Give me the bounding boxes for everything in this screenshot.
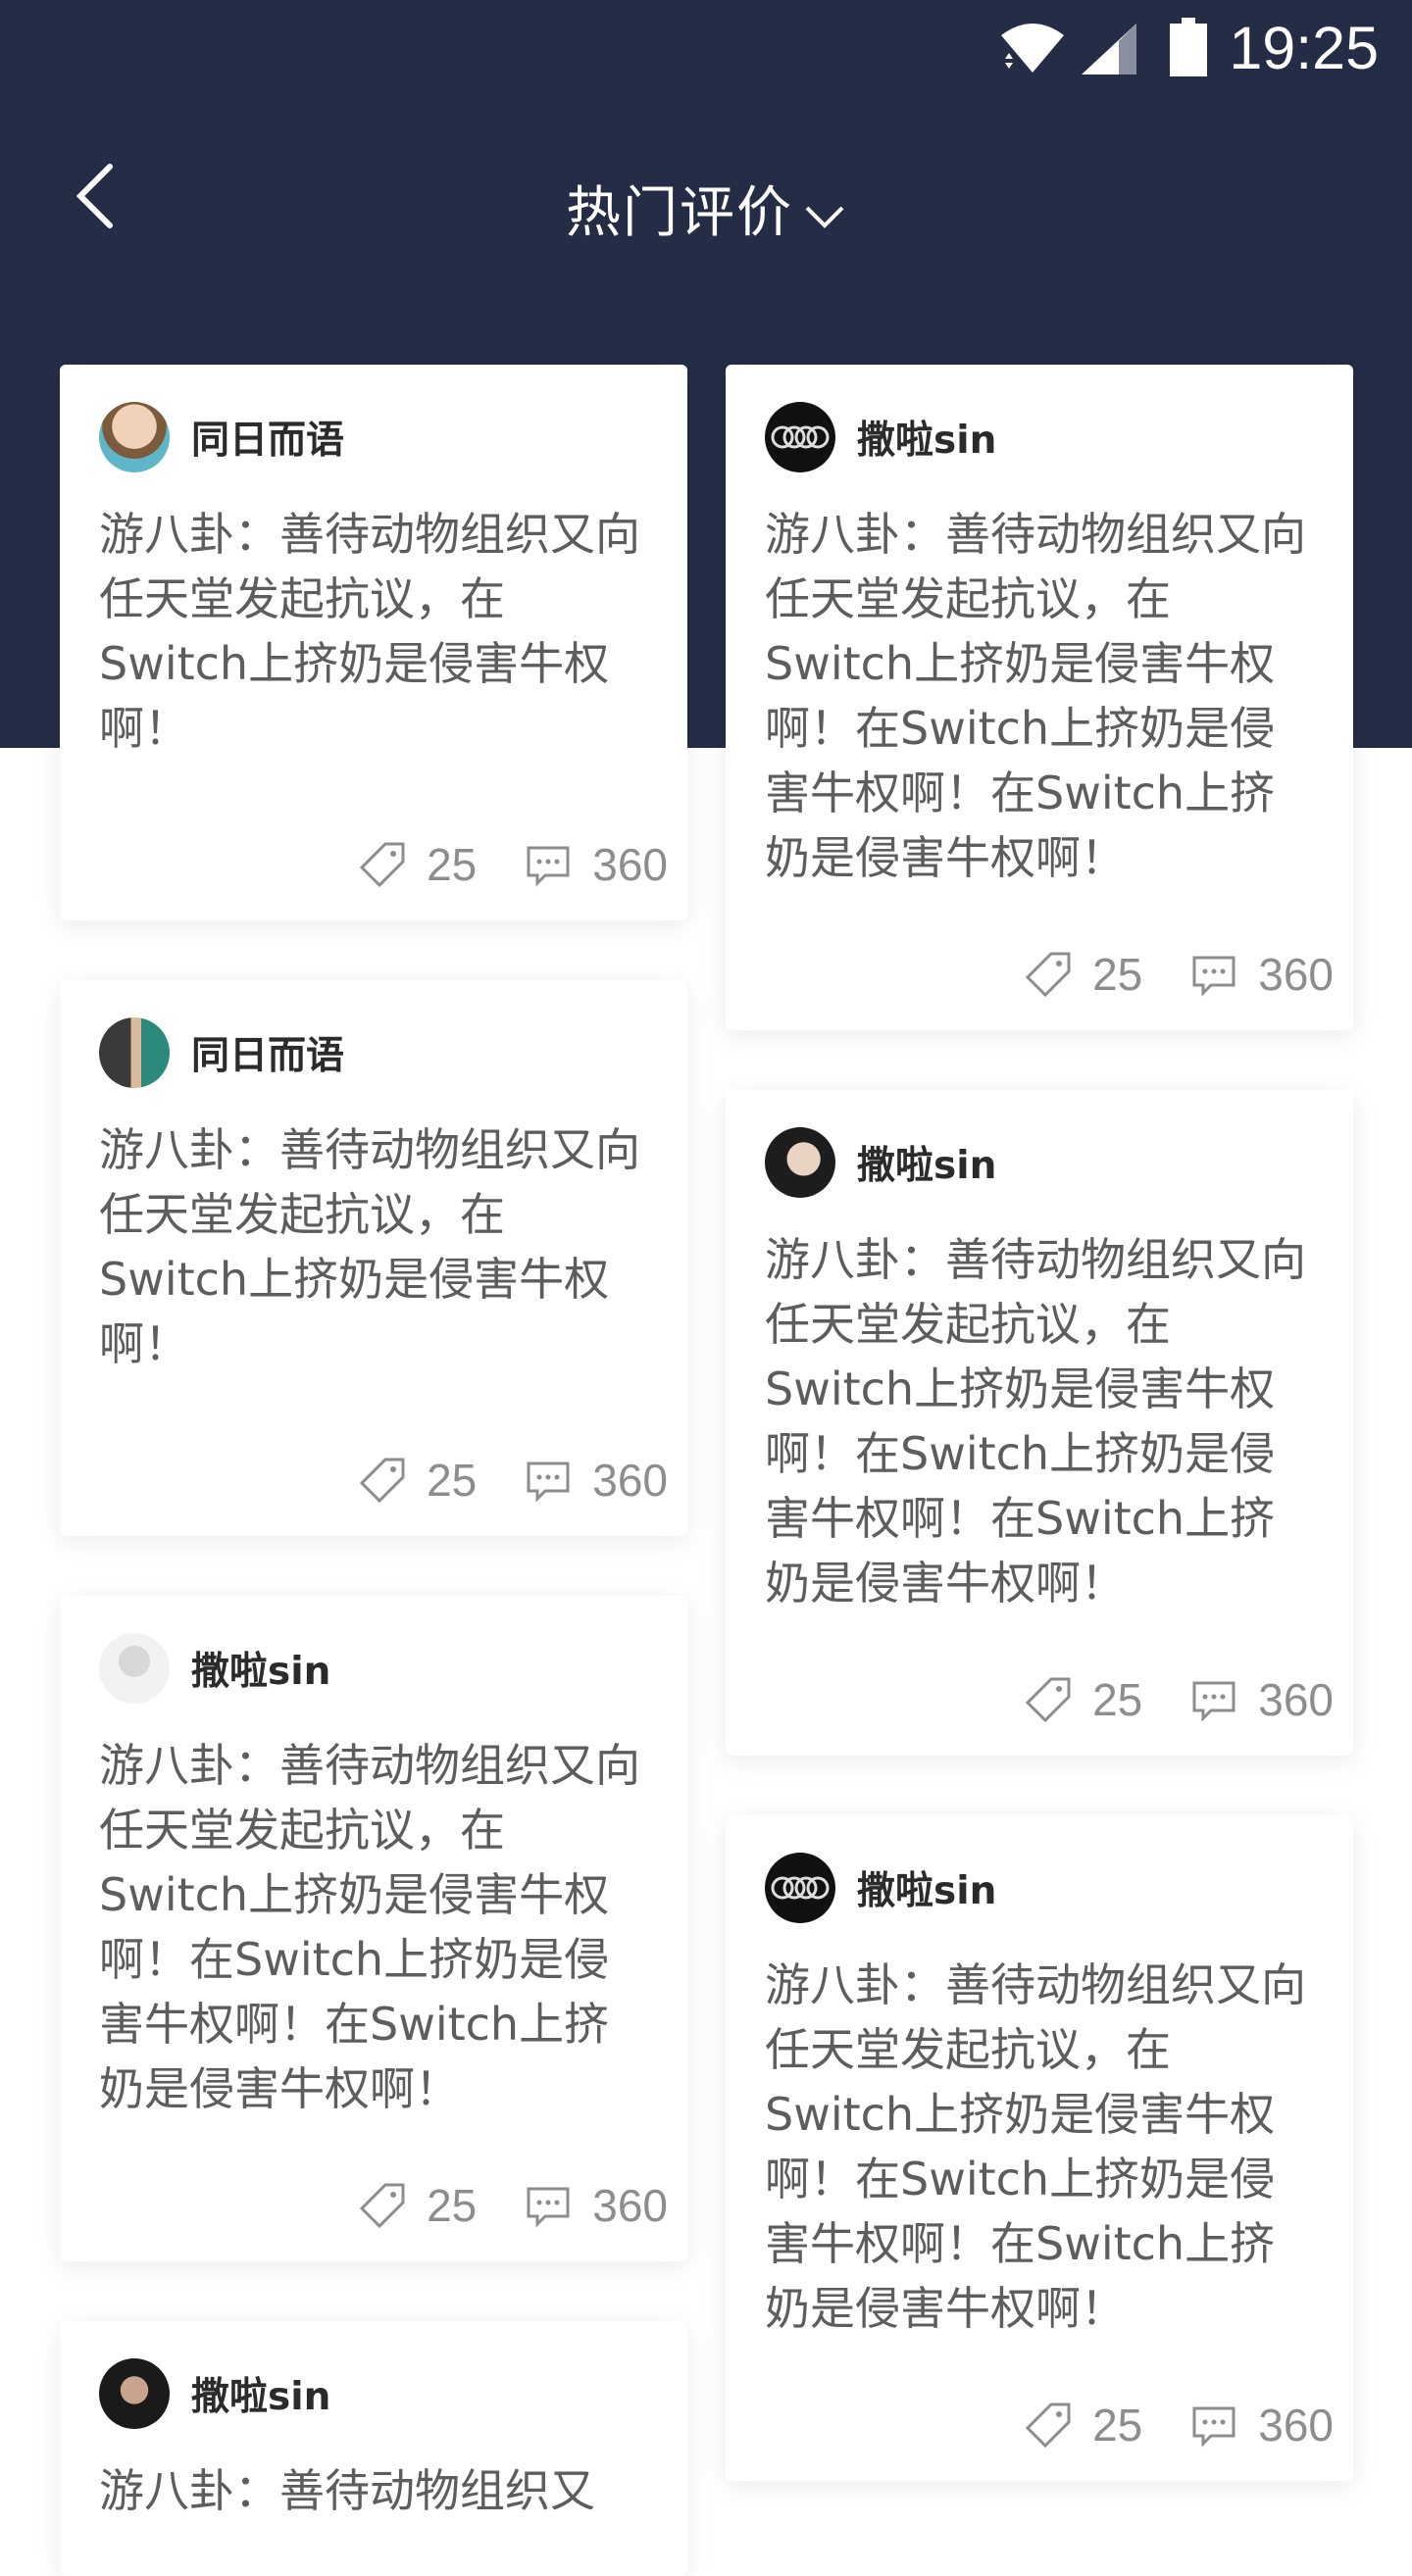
review-card[interactable]: 同日而语 游八卦：善待动物组织又向任天堂发起抗议，在Switch上挤奶是侵害牛权…	[60, 980, 687, 1536]
review-text: 游八卦：善待动物组织又向任天堂发起抗议，在Switch上挤奶是侵害牛权啊！在Sw…	[765, 508, 1306, 884]
author-name: 同日而语	[191, 1034, 345, 1078]
review-text: 游八卦：善待动物组织又向任天堂发起抗议，在Switch上挤奶是侵害牛权啊！在Sw…	[765, 1233, 1306, 1610]
like-count[interactable]: 25	[358, 1454, 477, 1507]
comment-count-value: 360	[592, 1455, 668, 1506]
avatar[interactable]	[99, 2358, 170, 2429]
comment-count[interactable]: 360	[1189, 2399, 1334, 2452]
chevron-down-icon	[805, 206, 844, 228]
avatar[interactable]	[765, 402, 835, 472]
comment-count-value: 360	[1258, 1674, 1334, 1725]
battery-icon	[1170, 18, 1207, 76]
like-count-value: 25	[427, 1455, 478, 1506]
status-time: 19:25	[1229, 15, 1379, 81]
rings-logo-icon	[771, 425, 830, 449]
like-count[interactable]: 25	[358, 838, 477, 891]
author-name: 撒啦sin	[857, 1869, 997, 1913]
comment-count-value: 360	[1258, 949, 1334, 1000]
comment-count[interactable]: 360	[524, 1454, 668, 1507]
tag-icon	[1025, 2403, 1071, 2449]
review-card[interactable]: 撒啦sin 游八卦：善待动物组织又向任天堂发起抗议，在Switch上挤奶是侵害牛…	[726, 1090, 1353, 1756]
avatar[interactable]	[765, 1853, 835, 1923]
comment-icon	[1192, 956, 1236, 997]
review-text: 游八卦：善待动物组织又向任天堂发起抗议，在Switch上挤奶是侵害牛权啊！在Sw…	[765, 1958, 1306, 2335]
review-stats: 25 360	[358, 830, 668, 899]
like-count-value: 25	[1092, 2400, 1143, 2451]
comment-icon	[527, 2187, 570, 2228]
tag-icon	[1025, 952, 1071, 998]
review-author[interactable]: 撒啦sin	[765, 1127, 996, 1198]
comment-icon	[527, 846, 570, 887]
review-card[interactable]: 撒啦sin 游八卦：善待动物组织又向任天堂发起抗议，在Switch上挤奶是侵害牛…	[60, 1596, 687, 2261]
wifi-icon	[1001, 24, 1064, 73]
review-stats: 25 360	[1024, 1665, 1334, 1734]
review-text: 游八卦：善待动物组织又向任天堂发起抗议，在Switch上挤奶是侵害牛权啊！	[99, 508, 640, 755]
rings-logo-icon	[771, 1876, 830, 1900]
comment-icon	[527, 1461, 570, 1503]
review-author[interactable]: 同日而语	[99, 402, 344, 472]
tag-icon	[359, 1458, 405, 1504]
comment-icon	[1192, 2406, 1236, 2448]
navigation-bar: 热门评价	[0, 137, 1412, 265]
comment-count[interactable]: 360	[1189, 1673, 1334, 1726]
like-count[interactable]: 25	[358, 2179, 477, 2232]
review-stats: 25 360	[358, 2171, 668, 2240]
review-card[interactable]: 撒啦sin 游八卦：善待动物组织又向任天堂发起抗议，在Switch上挤奶是侵害牛…	[726, 1815, 1353, 2481]
author-name: 撒啦sin	[857, 419, 997, 463]
avatar[interactable]	[99, 1017, 170, 1088]
review-stats: 25 360	[1024, 940, 1334, 1009]
author-name: 撒啦sin	[857, 1144, 997, 1188]
avatar[interactable]	[99, 402, 170, 472]
author-name: 同日而语	[191, 419, 345, 463]
review-text: 游八卦：善待动物组织又	[99, 2464, 595, 2517]
review-author[interactable]: 撒啦sin	[765, 1853, 996, 1923]
like-count-value: 25	[427, 839, 478, 890]
like-count-value: 25	[1092, 949, 1143, 1000]
comment-count[interactable]: 360	[1189, 948, 1334, 1001]
review-author[interactable]: 撒啦sin	[99, 2358, 330, 2429]
comment-count-value: 360	[1258, 2400, 1334, 2451]
tag-icon	[359, 2183, 405, 2229]
like-count[interactable]: 25	[1024, 2399, 1142, 2452]
like-count[interactable]: 25	[1024, 948, 1142, 1001]
status-bar: 19:25	[0, 0, 1412, 102]
like-count-value: 25	[427, 2180, 478, 2231]
author-name: 撒啦sin	[191, 1650, 331, 1694]
author-name: 撒啦sin	[191, 2375, 331, 2419]
avatar[interactable]	[99, 1633, 170, 1704]
review-card[interactable]: 撒啦sin 游八卦：善待动物组织又向任天堂发起抗议，在Switch上挤奶是侵害牛…	[726, 365, 1353, 1030]
review-text: 游八卦：善待动物组织又向任天堂发起抗议，在Switch上挤奶是侵害牛权啊！在Sw…	[99, 1739, 640, 2115]
review-card[interactable]: 撒啦sin 游八卦：善待动物组织又	[60, 2321, 687, 2576]
comment-count-value: 360	[592, 839, 668, 890]
comment-count[interactable]: 360	[524, 838, 668, 891]
cellular-signal-icon	[1082, 24, 1136, 74]
review-author[interactable]: 撒啦sin	[99, 1633, 330, 1704]
title-dropdown[interactable]: 热门评价	[0, 169, 1412, 248]
review-stats: 25 360	[358, 1446, 668, 1514]
review-author[interactable]: 同日而语	[99, 1017, 344, 1088]
tag-icon	[359, 842, 405, 888]
review-stats: 25 360	[1024, 2391, 1334, 2459]
like-count-value: 25	[1092, 1674, 1143, 1725]
comment-icon	[1192, 1681, 1236, 1722]
avatar[interactable]	[765, 1127, 835, 1198]
review-card[interactable]: 同日而语 游八卦：善待动物组织又向任天堂发起抗议，在Switch上挤奶是侵害牛权…	[60, 365, 687, 920]
tag-icon	[1025, 1677, 1071, 1723]
page-title: 热门评价	[566, 181, 793, 245]
review-author[interactable]: 撒啦sin	[765, 402, 996, 472]
comment-count[interactable]: 360	[524, 2179, 668, 2232]
review-text: 游八卦：善待动物组织又向任天堂发起抗议，在Switch上挤奶是侵害牛权啊！	[99, 1123, 640, 1370]
comment-count-value: 360	[592, 2180, 668, 2231]
like-count[interactable]: 25	[1024, 1673, 1142, 1726]
